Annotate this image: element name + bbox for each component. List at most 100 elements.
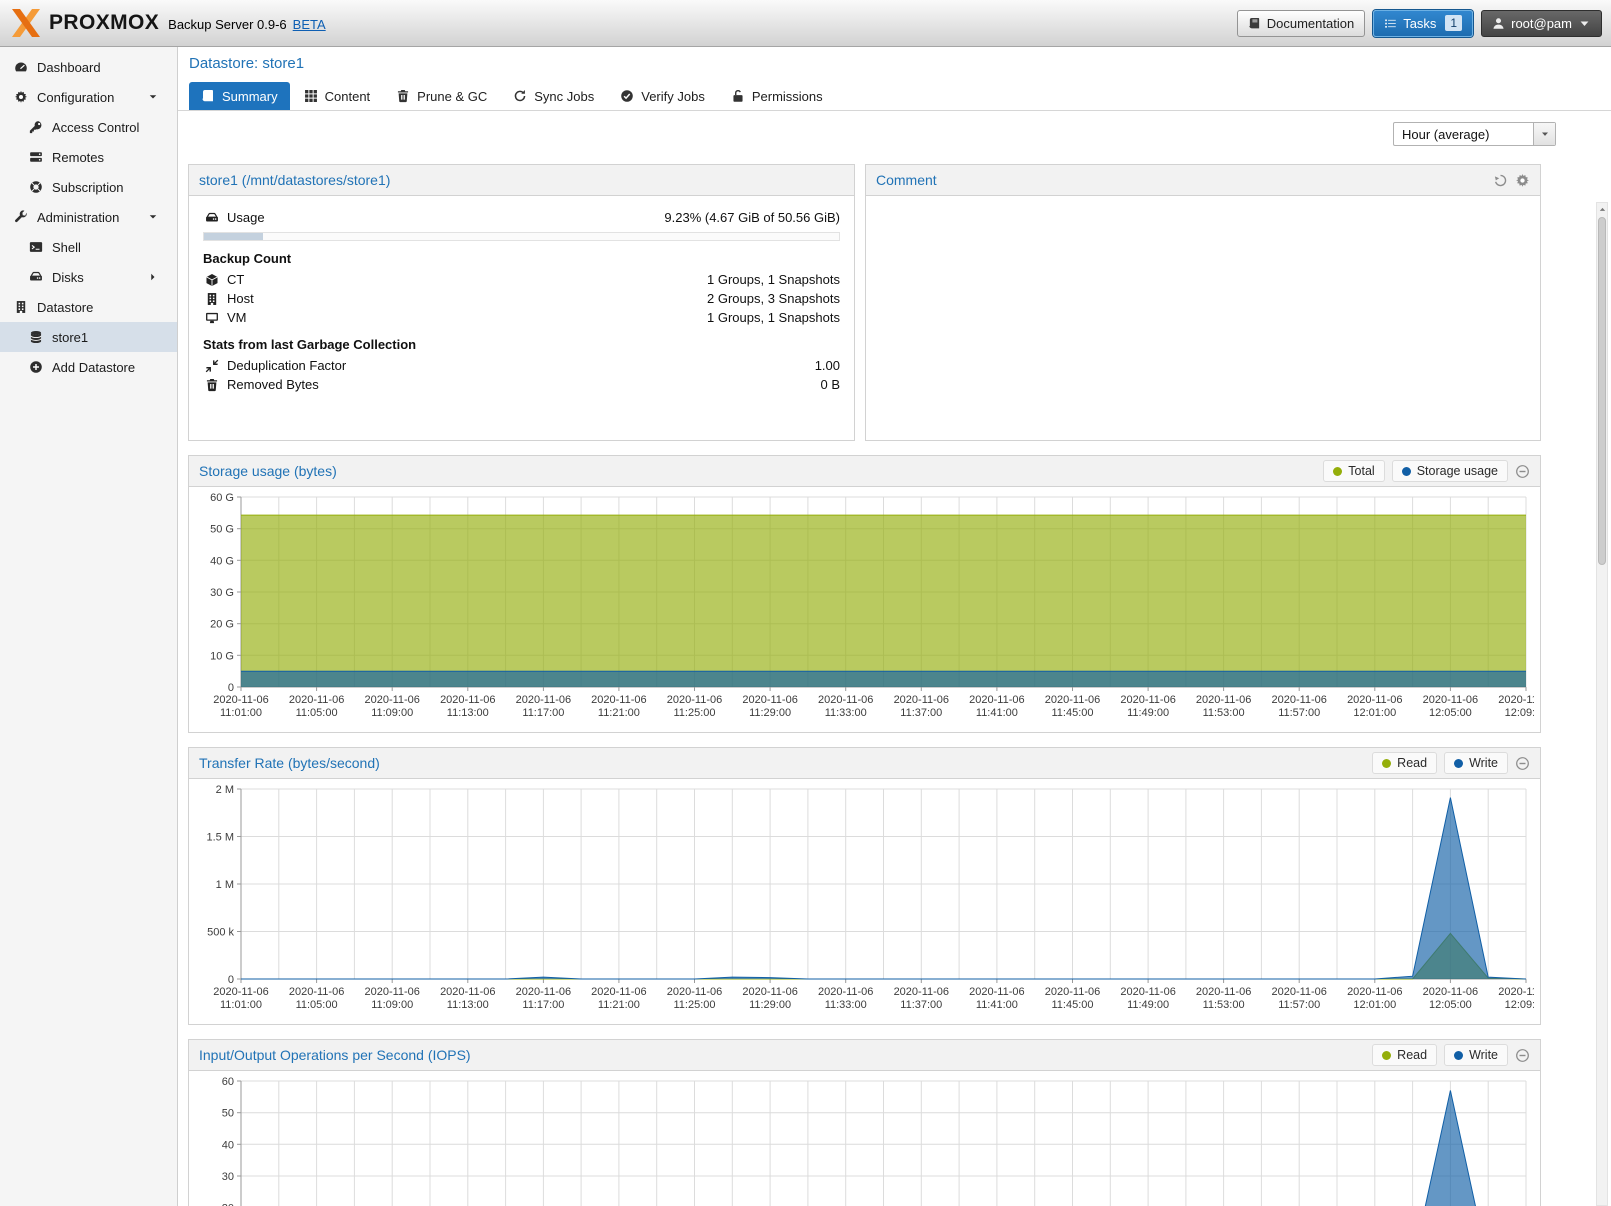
- removed-bytes-row: Removed Bytes 0 B: [203, 375, 840, 394]
- removed-bytes-value: 0 B: [820, 377, 840, 392]
- documentation-button[interactable]: Documentation: [1237, 10, 1365, 37]
- sidebar-item-store1[interactable]: store1: [0, 322, 177, 352]
- vertical-scrollbar[interactable]: [1596, 202, 1608, 1206]
- svg-text:2020-11-06: 2020-11-06: [667, 694, 722, 706]
- sidebar-item-configuration[interactable]: Configuration: [0, 82, 177, 112]
- legend-dot: [1382, 1051, 1391, 1060]
- host-label: Host: [227, 291, 254, 306]
- svg-text:11:57:00: 11:57:00: [1278, 999, 1320, 1011]
- combo-trigger[interactable]: [1533, 123, 1555, 145]
- sidebar-item-remotes[interactable]: Remotes: [0, 142, 177, 172]
- sidebar-item-label: Administration: [37, 210, 119, 225]
- lifebuoy-icon: [27, 180, 45, 194]
- sidebar-item-administration[interactable]: Administration: [0, 202, 177, 232]
- sidebar-item-subscription[interactable]: Subscription: [0, 172, 177, 202]
- scroll-up-arrow[interactable]: [1597, 203, 1607, 216]
- legend-read[interactable]: Read: [1372, 1044, 1437, 1066]
- sidebar-item-dashboard[interactable]: Dashboard: [0, 52, 177, 82]
- proxmox-logo-icon: [9, 8, 43, 38]
- comment-body[interactable]: [866, 196, 1540, 220]
- usage-row: Usage 9.23% (4.67 GiB of 50.56 GiB): [203, 208, 840, 227]
- tab-label: Summary: [222, 89, 278, 104]
- svg-text:0: 0: [228, 974, 234, 986]
- svg-text:11:09:00: 11:09:00: [371, 707, 413, 719]
- storage-usage-chart: 010 G20 G30 G40 G50 G60 G2020-11-0611:01…: [189, 487, 1540, 723]
- sidebar-item-shell[interactable]: Shell: [0, 232, 177, 262]
- building-icon: [203, 292, 221, 306]
- svg-text:11:45:00: 11:45:00: [1051, 707, 1093, 719]
- chevron-right-icon[interactable]: [144, 272, 162, 282]
- sidebar-item-disks[interactable]: Disks: [0, 262, 177, 292]
- tab-bar: Summary Content Prune & GC Sync Jobs Ver…: [178, 82, 1611, 111]
- legend-storage-usage[interactable]: Storage usage: [1392, 460, 1508, 482]
- sidebar-item-access-control[interactable]: Access Control: [0, 112, 177, 142]
- tab-content[interactable]: Content: [292, 82, 383, 110]
- tab-verify-jobs[interactable]: Verify Jobs: [608, 82, 717, 110]
- panel-body: Usage 9.23% (4.67 GiB of 50.56 GiB) Back…: [189, 196, 854, 406]
- sidebar-item-label: Subscription: [52, 180, 124, 195]
- svg-text:60: 60: [222, 1076, 234, 1088]
- chevron-down-icon[interactable]: [144, 92, 162, 102]
- svg-text:2 M: 2 M: [216, 784, 234, 796]
- legend-write[interactable]: Write: [1444, 1044, 1508, 1066]
- svg-text:10 G: 10 G: [210, 650, 234, 662]
- sidebar-item-label: Datastore: [37, 300, 93, 315]
- time-range-value: Hour (average): [1402, 127, 1489, 142]
- app-header: PROXMOX Backup Server 0.9-6 BETA Documen…: [0, 0, 1611, 47]
- transfer-rate-chart: 0500 k1 M1.5 M2 M2020-11-0611:01:002020-…: [189, 779, 1540, 1015]
- brand-text: PROXMOX: [49, 11, 159, 35]
- svg-text:11:01:00: 11:01:00: [220, 999, 262, 1011]
- svg-text:11:17:00: 11:17:00: [522, 999, 564, 1011]
- tasks-badge: 1: [1445, 15, 1462, 31]
- legend-read[interactable]: Read: [1372, 752, 1437, 774]
- svg-text:12:01:00: 12:01:00: [1353, 707, 1396, 719]
- header-actions: Documentation Tasks 1 root@pam: [1237, 10, 1602, 37]
- gear-icon[interactable]: [1515, 173, 1530, 188]
- datastore-status-panel: store1 (/mnt/datastores/store1) Usage 9.…: [188, 164, 855, 441]
- undo-icon[interactable]: [1493, 173, 1508, 188]
- time-range-select[interactable]: Hour (average): [1393, 122, 1556, 146]
- svg-text:1.5 M: 1.5 M: [206, 832, 234, 844]
- user-menu-button[interactable]: root@pam: [1481, 10, 1602, 37]
- svg-text:11:25:00: 11:25:00: [673, 999, 715, 1011]
- vm-count-row: VM 1 Groups, 1 Snapshots: [203, 308, 840, 327]
- legend-write[interactable]: Write: [1444, 752, 1508, 774]
- svg-text:2020-11-06: 2020-11-06: [1045, 694, 1100, 706]
- trash-icon: [396, 89, 410, 103]
- hdd-icon: [27, 270, 45, 284]
- server-icon: [27, 150, 45, 164]
- sidebar-item-datastore[interactable]: Datastore: [0, 292, 177, 322]
- user-icon: [1492, 17, 1505, 30]
- collapse-icon[interactable]: [1515, 756, 1530, 771]
- collapse-icon[interactable]: [1515, 464, 1530, 479]
- svg-text:50 G: 50 G: [210, 524, 234, 536]
- beta-link[interactable]: BETA: [293, 17, 326, 32]
- legend-label: Write: [1469, 756, 1498, 770]
- tab-summary[interactable]: Summary: [189, 82, 290, 110]
- sidebar-item-add-datastore[interactable]: Add Datastore: [0, 352, 177, 382]
- chevron-down-icon: [1578, 17, 1591, 30]
- panel-header: Input/Output Operations per Second (IOPS…: [189, 1040, 1540, 1071]
- svg-text:11:41:00: 11:41:00: [976, 707, 1018, 719]
- chart-toolbar: Hour (average): [178, 111, 1611, 152]
- tab-sync-jobs[interactable]: Sync Jobs: [501, 82, 606, 110]
- tab-prune-gc[interactable]: Prune & GC: [384, 82, 499, 110]
- desktop-icon: [203, 311, 221, 325]
- task-list-icon: [1384, 17, 1397, 30]
- legend-dot: [1382, 759, 1391, 768]
- collapse-icon[interactable]: [1515, 1048, 1530, 1063]
- tab-permissions[interactable]: Permissions: [719, 82, 835, 110]
- panel-title: store1 (/mnt/datastores/store1): [199, 172, 390, 188]
- svg-text:2020-11-06: 2020-11-06: [1045, 986, 1100, 998]
- chevron-down-icon[interactable]: [144, 212, 162, 222]
- svg-text:11:13:00: 11:13:00: [447, 999, 489, 1011]
- tasks-button[interactable]: Tasks 1: [1373, 10, 1473, 37]
- scrollbar-thumb[interactable]: [1598, 217, 1606, 565]
- usage-progress-fill: [204, 233, 263, 240]
- sidebar-item-label: Access Control: [52, 120, 139, 135]
- svg-text:2020-11-06: 2020-11-06: [969, 694, 1024, 706]
- book-icon: [1248, 17, 1261, 30]
- svg-text:2020-11-06: 2020-11-06: [516, 986, 571, 998]
- legend-total[interactable]: Total: [1323, 460, 1384, 482]
- host-count-row: Host 2 Groups, 3 Snapshots: [203, 289, 840, 308]
